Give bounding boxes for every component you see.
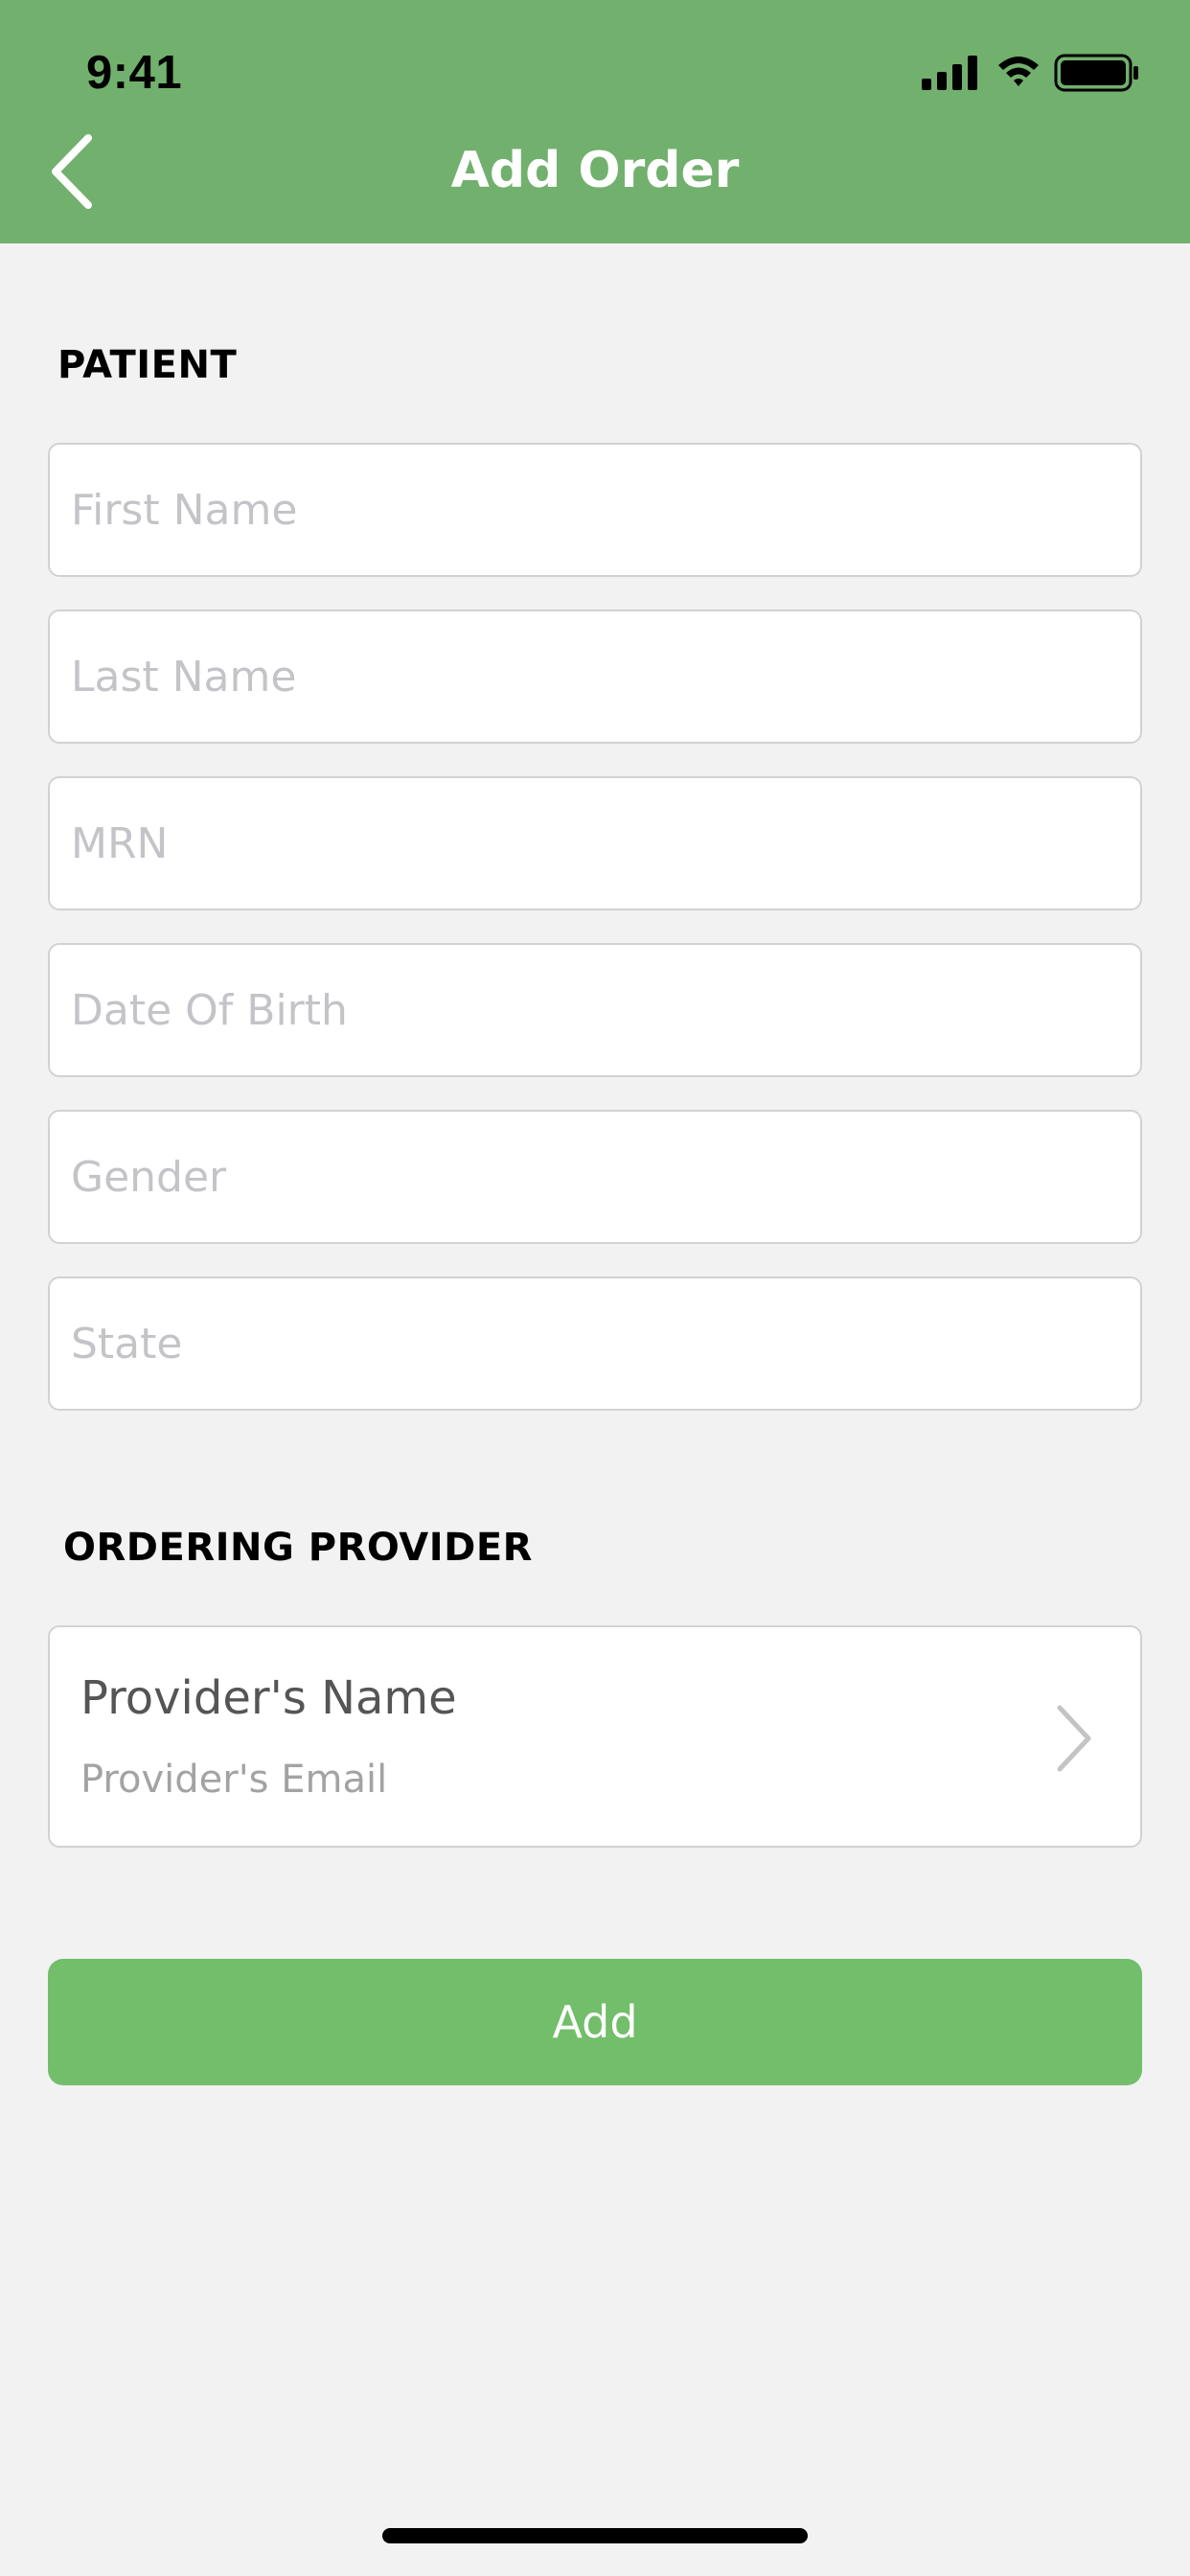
home-indicator (382, 2528, 808, 2543)
cellular-signal-icon (922, 56, 977, 90)
status-icons (922, 54, 1138, 92)
add-button[interactable]: Add (48, 1959, 1142, 2085)
nav-bar: 9:41 Add Order (0, 0, 1190, 243)
provider-name: Provider's Name (80, 1671, 457, 1725)
chevron-right-icon (1057, 1705, 1091, 1772)
first-name-input[interactable] (48, 443, 1142, 577)
wifi-icon (998, 57, 1039, 86)
ordering-provider-selector[interactable]: Provider's Name Provider's Email (48, 1625, 1142, 1848)
status-time: 9:41 (86, 47, 183, 99)
mrn-input[interactable] (48, 776, 1142, 910)
gender-input[interactable] (48, 1110, 1142, 1244)
section-label-patient: PATIENT (57, 343, 238, 387)
date-of-birth-input[interactable] (48, 943, 1142, 1077)
last-name-input[interactable] (48, 610, 1142, 744)
page-title: Add Order (450, 142, 740, 199)
battery-icon (1054, 54, 1138, 92)
state-input[interactable] (48, 1276, 1142, 1411)
provider-email: Provider's Email (80, 1758, 388, 1802)
section-label-ordering-provider: ORDERING PROVIDER (63, 1526, 533, 1570)
